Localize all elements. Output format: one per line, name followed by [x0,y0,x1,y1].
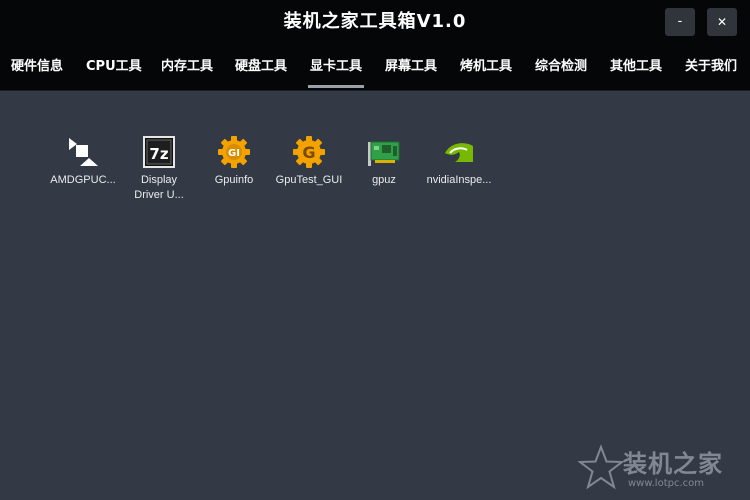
app-label: nvidiaInspe... [426,174,492,186]
tab-stress-tools[interactable]: 烤机工具 [460,43,512,90]
app-amdgpuclocktool[interactable]: AMDGPUC... [47,136,119,188]
app-gpuz[interactable]: gpuz [348,136,420,188]
site-watermark: 装机之家 www.lotpc.com [578,440,748,498]
graphics-card-icon [368,141,400,166]
tab-bar: 硬件信息 CPU工具 内存工具 硬盘工具 显卡工具 屏幕工具 烤机工具 综合检测… [0,43,750,91]
title-bar: 装机之家工具箱V1.0 - ✕ [0,0,750,43]
minimize-button[interactable]: - [665,8,695,36]
tab-gpu-tools[interactable]: 显卡工具 [307,43,365,90]
tab-about-us[interactable]: 关于我们 [685,43,737,90]
tab-screen-tools[interactable]: 屏幕工具 [385,43,437,90]
amd-gpu-clock-icon [69,138,98,166]
star-logo-icon [578,444,624,490]
svg-text:GI: GI [228,148,240,159]
app-gpuinfo[interactable]: GI Gpuinfo [198,136,270,188]
nvidia-logo-icon [445,143,473,162]
app-label: AMDGPUC... [50,174,116,186]
watermark-text: 装机之家 [623,450,723,478]
app-gputest-gui[interactable]: G GpuTest_GUI [273,136,345,188]
app-label: Display Driver U... [134,174,184,201]
tab-other-tools[interactable]: 其他工具 [610,43,662,90]
app-grid: AMDGPUC... 7z Display Driver U... GI Gpu… [0,91,750,500]
tab-cpu-tools[interactable]: CPU工具 [86,43,142,90]
gpuinfo-gear-icon: GI [218,136,250,168]
7z-archive-icon: 7z [143,136,175,168]
tab-disk-tools[interactable]: 硬盘工具 [235,43,287,90]
window-title: 装机之家工具箱V1.0 [283,11,467,32]
gputest-gear-icon: G [293,136,325,168]
app-label: GpuTest_GUI [275,174,343,186]
tab-overall-test[interactable]: 综合检测 [535,43,587,90]
app-label: Gpuinfo [214,174,254,186]
watermark-url: www.lotpc.com [628,478,704,489]
svg-text:7z: 7z [149,145,168,163]
svg-text:G: G [302,143,315,162]
app-display-driver-uninstaller[interactable]: 7z Display Driver U... [123,136,195,203]
tab-memory-tools[interactable]: 内存工具 [161,43,213,90]
close-button[interactable]: ✕ [707,8,737,36]
app-label: gpuz [372,174,396,186]
app-nvidiainspector[interactable]: nvidiaInspe... [423,136,495,188]
tab-hardware-info[interactable]: 硬件信息 [11,43,63,90]
